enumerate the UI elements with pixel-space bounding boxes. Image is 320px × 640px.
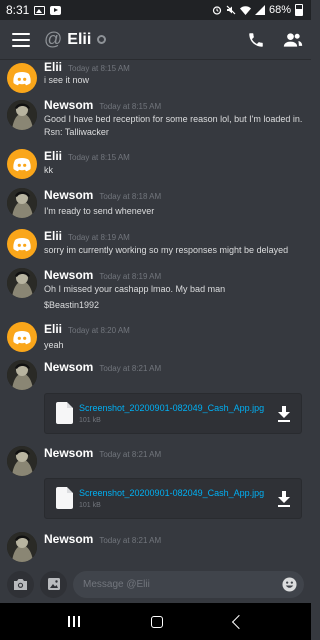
recent-apps-icon[interactable] — [67, 616, 80, 627]
file-name-link[interactable]: Screenshot_20200901-082049_Cash_App.jpg — [79, 488, 264, 498]
members-icon[interactable] — [283, 31, 303, 49]
message-text: $Beastin1992 — [44, 300, 100, 310]
avatar[interactable] — [7, 268, 37, 298]
youtube-icon — [50, 5, 62, 15]
dm-at-icon: @ — [44, 29, 63, 49]
file-attachment[interactable]: Screenshot_20200901-082049_Cash_App.jpg … — [44, 393, 302, 434]
menu-icon[interactable] — [12, 32, 30, 47]
app-screen: 8:31 68% @ Elii Elii Today at 8:15 AM i … — [0, 0, 311, 640]
avatar[interactable] — [7, 446, 37, 476]
avatar[interactable] — [7, 360, 37, 390]
message-author[interactable]: Newsom — [44, 360, 93, 374]
avatar[interactable] — [7, 63, 37, 93]
file-icon — [56, 487, 73, 509]
gallery-icon — [47, 578, 60, 590]
message-text: I'm ready to send whenever — [44, 206, 155, 216]
message-timestamp: Today at 8:19 AM — [68, 233, 130, 242]
avatar[interactable] — [7, 532, 37, 562]
message-text: Good I have bed reception for some reaso… — [44, 114, 303, 124]
message-author[interactable]: Newsom — [44, 446, 93, 460]
download-icon[interactable] — [277, 491, 291, 507]
wifi-icon — [239, 5, 251, 15]
signal-icon — [254, 5, 265, 15]
message-author[interactable]: Elii — [44, 322, 62, 336]
message-composer — [0, 565, 311, 603]
message-timestamp: Today at 8:15 AM — [99, 102, 162, 111]
message-timestamp: Today at 8:15 AM — [68, 153, 130, 162]
presence-status-icon — [97, 35, 107, 44]
avatar[interactable] — [7, 149, 37, 179]
discord-logo-icon — [13, 72, 31, 86]
message-timestamp: Today at 8:19 AM — [99, 272, 162, 281]
discord-logo-icon — [13, 238, 31, 252]
camera-icon — [14, 578, 27, 590]
file-size: 101 kB — [79, 502, 101, 509]
message-text: sorry im currently working so my respons… — [44, 245, 289, 255]
message-timestamp: Today at 8:21 AM — [99, 364, 162, 373]
android-nav-bar — [0, 603, 311, 640]
message-text: yeah — [44, 340, 64, 350]
download-icon[interactable] — [277, 406, 291, 422]
discord-logo-icon — [13, 158, 31, 172]
message-timestamp: Today at 8:15 AM — [68, 64, 130, 73]
message-timestamp: Today at 8:21 AM — [99, 450, 162, 459]
alarm-icon — [212, 6, 222, 15]
status-bar: 8:31 68% — [0, 0, 311, 20]
back-icon[interactable] — [231, 614, 246, 629]
phone-icon[interactable] — [247, 31, 265, 49]
battery-icon — [295, 4, 303, 16]
battery-percent: 68% — [268, 4, 291, 16]
file-icon — [56, 402, 73, 424]
message-author[interactable]: Elii — [44, 149, 62, 163]
message-input[interactable] — [73, 570, 304, 598]
camera-button[interactable] — [7, 570, 34, 598]
home-icon[interactable] — [150, 615, 163, 628]
message-text: Rsn: Talliwacker — [44, 127, 109, 137]
message-timestamp: Today at 8:21 AM — [99, 536, 162, 545]
avatar[interactable] — [7, 188, 37, 218]
message-list[interactable]: Elii Today at 8:15 AM i see it now Newso… — [0, 60, 311, 565]
mute-icon — [226, 5, 236, 15]
message-text: Oh I missed your cashapp lmao. My bad ma… — [44, 284, 226, 294]
message-author[interactable]: Elii — [44, 60, 62, 74]
avatar[interactable] — [7, 100, 37, 130]
message-author[interactable]: Newsom — [44, 532, 93, 546]
message-author[interactable]: Newsom — [44, 188, 93, 202]
status-time: 8:31 — [6, 3, 30, 17]
message-timestamp: Today at 8:18 AM — [99, 192, 162, 201]
avatar[interactable] — [7, 229, 37, 259]
message-author[interactable]: Newsom — [44, 268, 93, 282]
message-author[interactable]: Elii — [44, 229, 62, 243]
emoji-icon[interactable] — [282, 576, 297, 592]
discord-logo-icon — [13, 331, 31, 345]
channel-header: @ Elii — [0, 20, 311, 60]
file-name-link[interactable]: Screenshot_20200901-082049_Cash_App.jpg — [79, 403, 264, 413]
avatar[interactable] — [7, 322, 37, 352]
message-timestamp: Today at 8:20 AM — [68, 326, 130, 335]
channel-title[interactable]: Elii — [67, 31, 91, 49]
gallery-button[interactable] — [40, 570, 67, 598]
file-attachment[interactable]: Screenshot_20200901-082049_Cash_App.jpg … — [44, 478, 302, 519]
message-text: kk — [44, 165, 53, 175]
message-text: i see it now — [44, 75, 90, 85]
file-size: 101 kB — [79, 417, 101, 424]
gallery-icon — [34, 5, 46, 15]
message-author[interactable]: Newsom — [44, 98, 93, 112]
